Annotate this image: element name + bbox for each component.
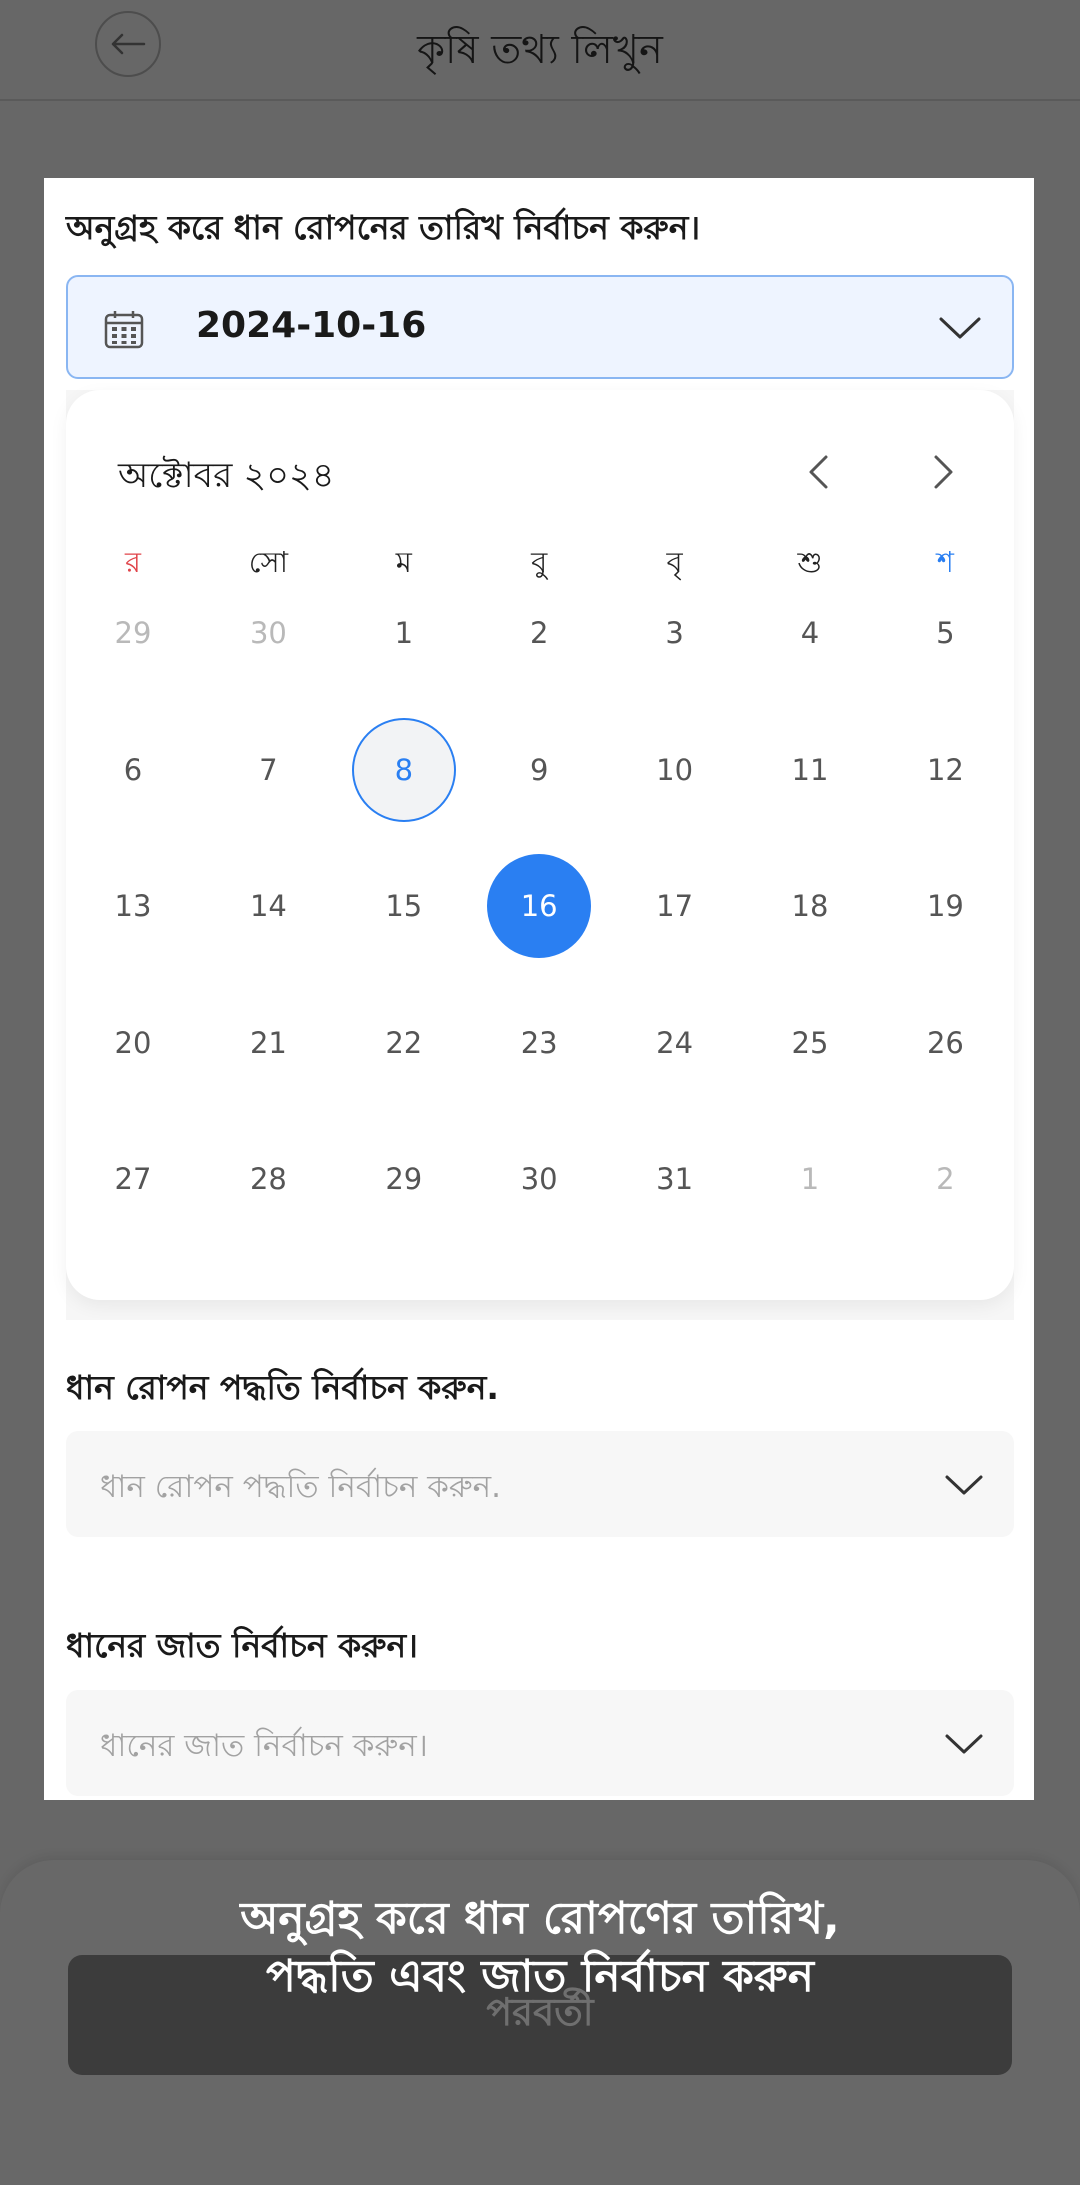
toast-line-1: অনুগ্রহ করে ধান রোপণের তারিখ, — [240, 1893, 840, 1944]
calendar-day[interactable]: 25 — [758, 991, 862, 1095]
calendar-day-outside-month: 30 — [249, 616, 287, 650]
calendar-day-selected[interactable]: 16 — [487, 854, 592, 958]
planting-method-placeholder: ধান রোপন পদ্ধতি নির্বাচন করুন. — [100, 1469, 502, 1505]
calendar-day[interactable]: 10 — [623, 718, 727, 822]
calendar-icon — [104, 311, 144, 349]
planting-method-select[interactable]: ধান রোপন পদ্ধতি নির্বাচন করুন. — [66, 1431, 1014, 1537]
calendar-day-today[interactable]: 8 — [351, 717, 456, 822]
rice-variety-placeholder: ধানের জাত নির্বাচন করুন। — [100, 1728, 428, 1764]
calendar-day[interactable]: 14 — [216, 854, 320, 958]
calendar-days-grid: 29 30 1 2 3 4 5 6 7 8 9 10 11 12 13 14 15 16 17 18 19 20 21 22 2… — [66, 390, 1014, 1290]
calendar-day[interactable]: 2 — [487, 581, 591, 685]
calendar-day[interactable]: 30 — [487, 1127, 591, 1231]
calendar-day[interactable]: 21 — [216, 991, 320, 1095]
calendar-day-outside-month: 29 — [114, 616, 152, 650]
calendar-day[interactable]: 11 — [758, 718, 862, 822]
chevron-down-icon — [945, 1734, 983, 1754]
planting-method-label: ধান রোপন পদ্ধতি নির্বাচন করুন. — [66, 1368, 499, 1407]
selected-date-value: 2024-10-16 — [196, 305, 427, 346]
toast-line-2: পদ্ধতি এবং জাত নির্বাচন করুন — [266, 1951, 814, 2002]
calendar-day[interactable]: 13 — [81, 854, 185, 958]
calendar-day[interactable]: 12 — [893, 718, 997, 822]
calendar-day[interactable]: 9 — [487, 718, 591, 822]
calendar-day[interactable]: 17 — [623, 854, 727, 958]
chevron-down-icon — [945, 1475, 983, 1495]
calendar-day[interactable]: 22 — [352, 991, 456, 1095]
calendar-day[interactable]: 28 — [216, 1127, 320, 1231]
rice-variety-select[interactable]: ধানের জাত নির্বাচন করুন। — [66, 1690, 1014, 1796]
calendar-day[interactable]: 29 — [352, 1127, 456, 1231]
form-card: অনুগ্রহ করে ধান রোপনের তারিখ নির্বাচন কর… — [44, 178, 1034, 1800]
rice-variety-label: ধানের জাত নির্বাচন করুন। — [66, 1626, 418, 1665]
calendar-day[interactable]: 19 — [893, 854, 997, 958]
validation-toast: অনুগ্রহ করে ধান রোপণের তারিখ, পদ্ধতি এবং… — [0, 1890, 1080, 2006]
calendar-day-outside-month: 2 — [936, 1162, 955, 1196]
calendar-day-outside-month: 1 — [800, 1162, 820, 1196]
calendar-day[interactable]: 23 — [487, 991, 591, 1095]
calendar-day[interactable]: 1 — [352, 581, 456, 685]
calendar-day[interactable]: 31 — [623, 1127, 727, 1231]
calendar-day[interactable]: 4 — [758, 581, 862, 685]
calendar-day[interactable]: 7 — [216, 718, 320, 822]
planting-date-label: অনুগ্রহ করে ধান রোপনের তারিখ নির্বাচন কর… — [66, 208, 701, 247]
calendar-popup: অক্টোবর ২০২৪ র সো ম বু বৃ শু শ 29 30 1 2 3 4 5 6 7 8 9 10… — [66, 390, 1014, 1300]
calendar-day[interactable]: 5 — [893, 581, 997, 685]
calendar-day[interactable]: 20 — [81, 991, 185, 1095]
calendar-day[interactable]: 26 — [893, 991, 997, 1095]
chevron-down-icon[interactable] — [938, 315, 982, 341]
calendar-day[interactable]: 24 — [623, 991, 727, 1095]
calendar-day[interactable]: 3 — [623, 581, 727, 685]
calendar-day[interactable]: 18 — [758, 854, 862, 958]
calendar-day[interactable]: 27 — [81, 1127, 185, 1231]
planting-date-field[interactable]: 2024-10-16 — [66, 275, 1014, 379]
calendar-day[interactable]: 6 — [81, 718, 185, 822]
page-title: কৃষি তথ্য লিখুন — [417, 27, 663, 73]
app-header: কৃষি তথ্য লিখুন — [0, 0, 1080, 101]
calendar-day[interactable]: 15 — [352, 854, 456, 958]
